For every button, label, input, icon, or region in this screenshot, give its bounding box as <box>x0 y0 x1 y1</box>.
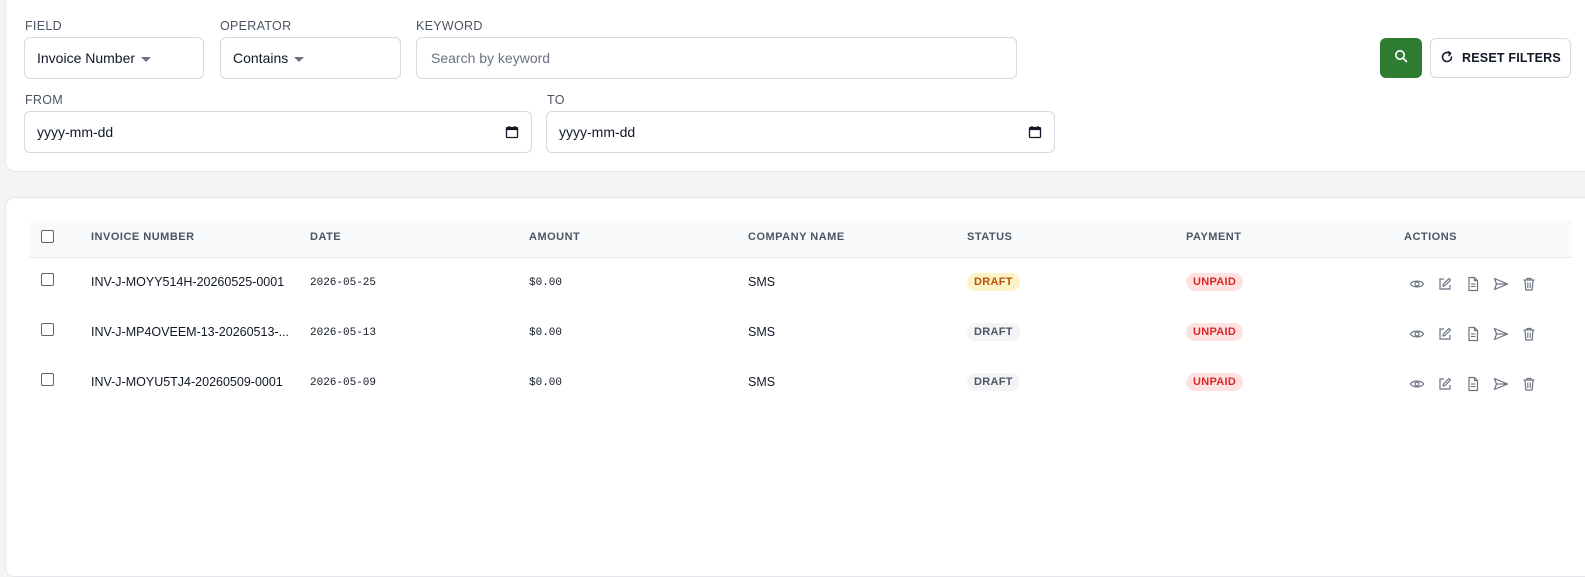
document-icon[interactable] <box>1465 276 1481 292</box>
to-label: TO <box>547 93 565 107</box>
operator-select[interactable]: Contains <box>220 37 401 79</box>
view-icon[interactable] <box>1409 376 1425 392</box>
field-select[interactable]: Invoice Number <box>24 37 204 79</box>
operator-label: OPERATOR <box>220 19 292 33</box>
search-icon <box>1394 49 1408 68</box>
status-badge: DRAFT <box>967 373 1020 391</box>
document-icon[interactable] <box>1465 326 1481 342</box>
payment-badge: UNPAID <box>1186 273 1244 291</box>
invoice-number[interactable]: INV-J-MOYU5TJ4-20260509-0001 <box>91 375 283 389</box>
column-header-invoice-number[interactable]: INVOICE NUMBER <box>91 231 195 243</box>
reset-filters-button[interactable]: RESET FILTERS <box>1430 38 1571 78</box>
from-date-field[interactable]: yyyy-mm-dd <box>24 111 532 153</box>
company-name: SMS <box>748 325 776 339</box>
status-badge: DRAFT <box>967 323 1020 341</box>
chevron-down-icon <box>141 56 152 62</box>
operator-select-value: Contains <box>233 50 289 66</box>
invoice-amount: $0.00 <box>529 327 563 339</box>
status-badge: DRAFT <box>967 273 1020 291</box>
column-header-actions: ACTIONS <box>1404 231 1457 243</box>
calendar-icon[interactable] <box>1028 125 1042 142</box>
company-name: SMS <box>748 275 776 289</box>
send-icon[interactable] <box>1493 326 1509 342</box>
invoice-amount: $0.00 <box>529 377 563 389</box>
row-checkbox[interactable] <box>41 373 54 386</box>
from-label: FROM <box>25 93 63 107</box>
field-label: FIELD <box>25 19 62 33</box>
chevron-down-icon <box>294 56 305 62</box>
keyword-field[interactable] <box>416 37 1017 79</box>
refresh-icon <box>1440 50 1454 67</box>
delete-icon[interactable] <box>1521 376 1537 392</box>
field-select-value: Invoice Number <box>37 50 136 66</box>
send-icon[interactable] <box>1493 376 1509 392</box>
row-checkbox[interactable] <box>41 273 54 286</box>
delete-icon[interactable] <box>1521 326 1537 342</box>
column-header-date[interactable]: DATE <box>310 231 341 243</box>
column-header-amount[interactable]: AMOUNT <box>529 231 580 243</box>
invoice-amount: $0.00 <box>529 277 563 289</box>
calendar-icon[interactable] <box>505 125 519 142</box>
invoice-number[interactable]: INV-J-MP4OVEEM-13-20260513-... <box>91 325 289 339</box>
delete-icon[interactable] <box>1521 276 1537 292</box>
send-icon[interactable] <box>1493 276 1509 292</box>
payment-badge: UNPAID <box>1186 373 1244 391</box>
row-checkbox[interactable] <box>41 323 54 336</box>
invoice-number[interactable]: INV-J-MOYY514H-20260525-0001 <box>91 275 284 289</box>
reset-filters-label: RESET FILTERS <box>1462 51 1561 65</box>
column-header-payment[interactable]: PAYMENT <box>1186 231 1241 243</box>
company-name: SMS <box>748 375 776 389</box>
payment-badge: UNPAID <box>1186 323 1244 341</box>
keyword-input[interactable] <box>429 49 1004 67</box>
view-icon[interactable] <box>1409 276 1425 292</box>
invoice-date: 2026-05-25 <box>310 277 377 289</box>
select-all-checkbox[interactable] <box>41 230 54 243</box>
edit-icon[interactable] <box>1437 376 1453 392</box>
to-date-value: yyyy-mm-dd <box>559 124 636 140</box>
invoice-date: 2026-05-13 <box>310 327 377 339</box>
document-icon[interactable] <box>1465 376 1481 392</box>
from-date-value: yyyy-mm-dd <box>37 124 114 140</box>
keyword-label: KEYWORD <box>416 19 483 33</box>
search-button[interactable] <box>1380 38 1422 78</box>
view-icon[interactable] <box>1409 326 1425 342</box>
column-header-company-name[interactable]: COMPANY NAME <box>748 231 845 243</box>
to-date-field[interactable]: yyyy-mm-dd <box>546 111 1055 153</box>
column-header-status[interactable]: STATUS <box>967 231 1012 243</box>
invoice-date: 2026-05-09 <box>310 377 377 389</box>
edit-icon[interactable] <box>1437 276 1453 292</box>
edit-icon[interactable] <box>1437 326 1453 342</box>
